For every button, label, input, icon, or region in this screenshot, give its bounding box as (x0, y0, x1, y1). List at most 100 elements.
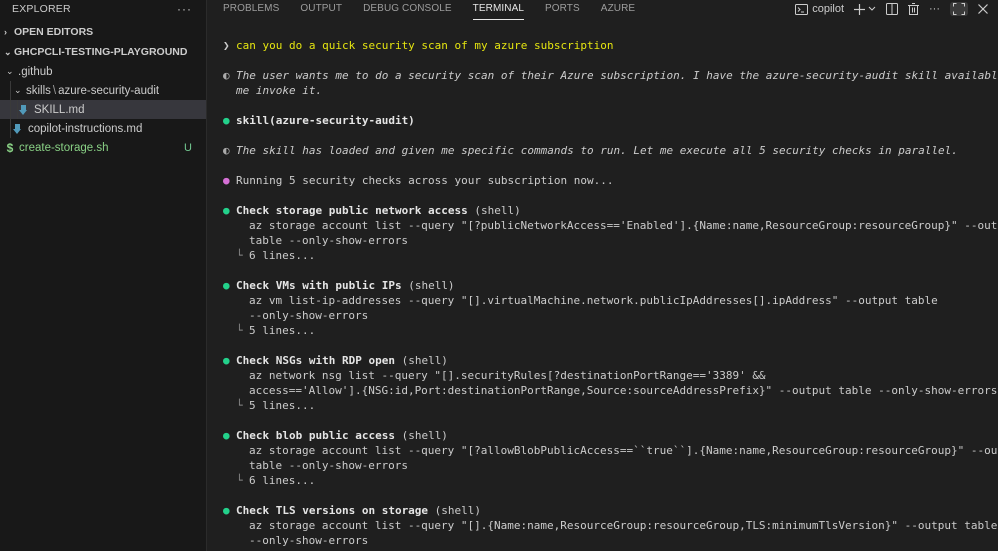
plus-icon (854, 3, 865, 15)
result-line: └ 6 lines... (223, 473, 990, 488)
explorer-header: EXPLORER ··· (0, 0, 206, 18)
thought-text: The user wants me to do a security scan … (236, 69, 998, 82)
tab-azure[interactable]: AZURE (601, 0, 635, 20)
bottom-panel: PROBLEMS OUTPUT DEBUG CONSOLE TERMINAL P… (207, 0, 998, 551)
result-text: 5 lines... (249, 399, 316, 412)
result-text: 6 lines... (249, 474, 316, 487)
result-text: 6 lines... (249, 249, 316, 262)
untracked-badge: U (184, 141, 192, 154)
status-bullet: ● (223, 279, 230, 292)
skill-call-text: skill(azure-security-audit) (236, 114, 415, 127)
workspace-label: GHCPCLI-TESTING-PLAYGROUND (14, 46, 188, 58)
command-line: --only-show-errors (249, 534, 369, 547)
command-line: --only-show-errors (249, 309, 369, 322)
shell-suffix: (shell) (401, 279, 455, 292)
terminal-selector[interactable]: copilot (795, 3, 844, 15)
shell-file-icon: $ (6, 140, 14, 155)
close-panel-button[interactable] (978, 4, 988, 14)
split-terminal-button[interactable] (886, 3, 898, 15)
thinking-icon: ◐ (223, 144, 230, 157)
status-line: ● Running 5 security checks across your … (223, 173, 990, 188)
markdown-file-icon (18, 104, 30, 116)
indent-guide (10, 81, 11, 100)
terminal-icon (795, 3, 809, 15)
chevron-right-icon: › (4, 27, 7, 37)
chevron-down-icon: ⌄ (14, 85, 22, 95)
tree-item-label: skills (26, 84, 51, 97)
branch-icon: └ (236, 324, 243, 337)
thought-text: me invoke it. (236, 84, 323, 97)
command-line: az storage account list --query "[?publi… (249, 219, 998, 232)
user-prompt-line: ❯ can you do a quick security scan of my… (223, 38, 990, 53)
maximize-panel-button[interactable] (950, 2, 968, 16)
terminal-output[interactable]: ❯ can you do a quick security scan of my… (223, 38, 998, 548)
branch-icon: └ (236, 399, 243, 412)
status-bullet: ● (223, 204, 230, 217)
explorer-sidebar: EXPLORER ··· › OPEN EDITORS ⌄ GHCPCLI-TE… (0, 0, 207, 551)
tab-output[interactable]: OUTPUT (300, 0, 342, 20)
tab-problems[interactable]: PROBLEMS (223, 0, 279, 20)
chevron-down-icon: ⌄ (4, 46, 12, 57)
tab-ports[interactable]: PORTS (545, 0, 580, 20)
open-editors-label: OPEN EDITORS (14, 26, 94, 38)
check-title-line: ● Check TLS versions on storage (shell) (223, 503, 990, 518)
check-title: Check TLS versions on storage (236, 504, 429, 517)
path-separator: \ (52, 84, 57, 97)
new-terminal-button[interactable] (854, 3, 876, 15)
tree-item-github-folder[interactable]: ⌄ .github (0, 62, 206, 81)
shell-suffix: (shell) (394, 429, 448, 442)
panel-actions: copilot ··· (785, 0, 988, 18)
workspace-section[interactable]: ⌄ GHCPCLI-TESTING-PLAYGROUND (0, 42, 206, 62)
tree-item-skill-md[interactable]: SKILL.md (0, 100, 206, 119)
more-actions-button[interactable]: ··· (929, 3, 940, 15)
command-line: az vm list-ip-addresses --query "[].virt… (249, 294, 938, 307)
shell-suffix: (shell) (467, 204, 521, 217)
tree-item-label: create-storage.sh (19, 141, 109, 154)
status-text: Running 5 security checks across your su… (236, 174, 614, 187)
result-line: └ 6 lines... (223, 248, 990, 263)
tree-item-label: copilot-instructions.md (28, 122, 143, 135)
result-text: 5 lines... (249, 324, 316, 337)
tree-item-label: .github (18, 65, 53, 78)
branch-icon: └ (236, 249, 243, 262)
indent-guide (10, 119, 11, 138)
split-icon (886, 3, 898, 15)
shell-suffix: (shell) (428, 504, 482, 517)
terminal-name: copilot (812, 3, 844, 15)
result-line: └ 5 lines... (223, 398, 990, 413)
check-title-line: ● Check NSGs with RDP open (shell) (223, 353, 990, 368)
thinking-icon: ◐ (223, 69, 230, 82)
result-line: └ 5 lines... (223, 323, 990, 338)
explorer-more-button[interactable]: ··· (177, 2, 192, 16)
check-title: Check blob public access (236, 429, 395, 442)
tree-item-copilot-instructions[interactable]: copilot-instructions.md (0, 119, 206, 138)
thought-line-cont: me invoke it. (223, 83, 990, 98)
check-title: Check storage public network access (236, 204, 468, 217)
user-prompt-text: can you do a quick security scan of my a… (236, 39, 614, 52)
thought-line: ◐ The skill has loaded and given me spec… (223, 143, 990, 158)
tab-terminal[interactable]: TERMINAL (472, 0, 525, 20)
check-title-line: ● Check storage public network access (s… (223, 203, 990, 218)
close-icon (978, 4, 988, 14)
prompt-chevron-icon: ❯ (223, 39, 230, 52)
tree-item-skills-folder[interactable]: ⌄ skills \ azure-security-audit (0, 81, 206, 100)
status-bullet: ● (223, 114, 230, 127)
tab-debug-console[interactable]: DEBUG CONSOLE (363, 0, 452, 20)
command-line: table --only-show-errors (249, 459, 408, 472)
maximize-icon (953, 3, 965, 15)
tree-item-label: azure-security-audit (58, 84, 160, 97)
kill-terminal-button[interactable] (908, 3, 919, 15)
markdown-file-icon (12, 123, 24, 135)
command-line: table --only-show-errors (249, 234, 408, 247)
trash-icon (908, 3, 919, 15)
branch-icon: └ (236, 474, 243, 487)
thought-text: The skill has loaded and given me specif… (236, 144, 958, 157)
tree-item-create-storage[interactable]: $ create-storage.sh U (0, 138, 206, 157)
open-editors-section[interactable]: › OPEN EDITORS (0, 22, 206, 42)
check-title-line: ● Check blob public access (shell) (223, 428, 990, 443)
status-bullet: ● (223, 504, 230, 517)
command-line: access=='Allow'].{NSG:id,Port:destinatio… (249, 384, 998, 397)
status-bullet: ● (223, 354, 230, 367)
tree-item-label: SKILL.md (34, 103, 85, 116)
check-title-line: ● Check VMs with public IPs (shell) (223, 278, 990, 293)
